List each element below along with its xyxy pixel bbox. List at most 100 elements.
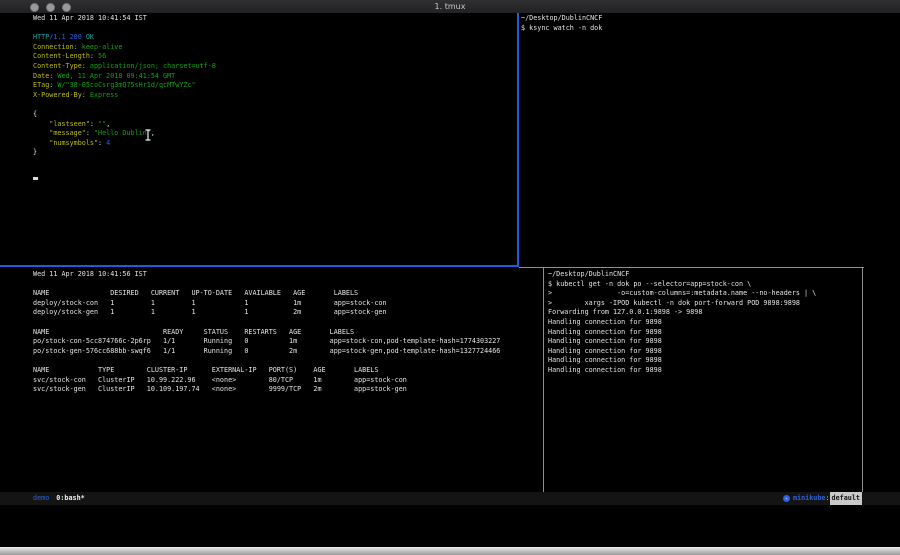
pane-border-vertical-right <box>862 268 863 492</box>
text-segment: "message" <box>33 129 86 137</box>
text-segment: Wed 11 Apr 2018 10:41:54 IST <box>33 14 147 22</box>
text-segment: "Hello Dublin" <box>94 129 151 137</box>
window-title: 1. tmux <box>0 2 900 11</box>
active-pane-border-vertical <box>517 13 519 267</box>
terminal-line: "numsymbols": 4 <box>33 139 513 149</box>
terminal-line: Wed 11 Apr 2018 10:41:54 IST <box>33 14 513 24</box>
terminal-line <box>33 24 513 34</box>
text-segment: ~/Desktop/DublinCNCF <box>548 270 629 278</box>
mouse-cursor-ibeam <box>144 126 152 145</box>
kube-namespace-badge: default <box>830 492 862 505</box>
text-segment: Connection: <box>33 43 78 51</box>
terminal-line: Handling connection for 9898 <box>548 356 858 366</box>
text-segment: X-Powered-By: <box>33 91 86 99</box>
terminal-line: } <box>33 148 513 158</box>
text-segment: svc/stock-gen ClusterIP 10.109.197.74 <n… <box>33 385 407 393</box>
text-segment: Content-Type: <box>33 62 86 70</box>
text-segment: 56 <box>94 52 106 60</box>
pane-ksync-watch[interactable]: ~/Desktop/DublinCNCF $ ksync watch -n dok <box>521 14 896 264</box>
text-segment: : <box>98 139 106 147</box>
terminal-line: > xargs -IPOD kubectl -n dok port-forwar… <box>548 299 858 309</box>
text-segment: : <box>90 120 98 128</box>
desktop-strip <box>0 547 900 555</box>
terminal-line: Handling connection for 9898 <box>548 337 858 347</box>
text-segment: Forwarding from 127.0.0.1:9898 -> 9898 <box>548 308 702 316</box>
text-segment: HTTP <box>33 33 49 41</box>
terminal-line: ~/Desktop/DublinCNCF <box>548 270 858 280</box>
terminal-line: ~/Desktop/DublinCNCF <box>521 14 896 24</box>
terminal-line: NAME TYPE CLUSTER-IP EXTERNAL-IP PORT(S)… <box>33 366 538 376</box>
text-segment: "" <box>98 120 106 128</box>
text-segment: Wed, 11 Apr 2018 09:41:54 GMT <box>53 72 175 80</box>
text-segment: po/stock-con-5cc874766c-2p6rp 1/1 Runnin… <box>33 337 500 345</box>
text-segment: > xargs -IPOD kubectl -n dok port-forwar… <box>548 299 800 307</box>
terminal-line: po/stock-con-5cc874766c-2p6rp 1/1 Runnin… <box>33 337 538 347</box>
text-segment: ETag: <box>33 81 53 89</box>
terminal-line: Content-Length: 56 <box>33 52 513 62</box>
text-segment: "numsymbols" <box>33 139 98 147</box>
block-cursor <box>33 177 38 180</box>
text-segment: NAME READY STATUS RESTARTS AGE LABELS <box>33 328 354 336</box>
text-segment: "lastseen" <box>33 120 90 128</box>
active-pane-border-horizontal <box>0 265 519 267</box>
text-segment: po/stock-gen-576cc688bb-swqf6 1/1 Runnin… <box>33 347 500 355</box>
text-segment: /1.1 200 <box>49 33 82 41</box>
text-segment: $ kubectl get -n dok po --selector=app=s… <box>548 280 751 288</box>
terminal-line: > -o=custom-columns=:metadata.name --no-… <box>548 289 858 299</box>
text-segment: svc/stock-con ClusterIP 10.99.222.96 <no… <box>33 376 407 384</box>
text-segment: Handling connection for 9898 <box>548 347 662 355</box>
text-segment: Handling connection for 9898 <box>548 318 662 326</box>
text-segment: NAME TYPE CLUSTER-IP EXTERNAL-IP PORT(S)… <box>33 366 378 374</box>
terminal-line: ETag: W/"38-05coCsrg3mQ75sHr1d/qcMTwYZc" <box>33 81 513 91</box>
terminal-line: Date: Wed, 11 Apr 2018 09:41:54 GMT <box>33 72 513 82</box>
terminal-line: svc/stock-con ClusterIP 10.99.222.96 <no… <box>33 376 538 386</box>
text-segment: Handling connection for 9898 <box>548 366 662 374</box>
terminal-window: 1. tmux Wed 11 Apr 2018 10:41:54 IST HTTP… <box>0 0 900 555</box>
text-segment: Express <box>86 91 119 99</box>
terminal-line: deploy/stock-gen 1 1 1 1 2m app=stock-ge… <box>33 308 538 318</box>
text-segment: Handling connection for 9898 <box>548 328 662 336</box>
terminal-line: Connection: keep-alive <box>33 43 513 53</box>
window-tab-bash[interactable]: 0:bash* <box>56 492 84 505</box>
terminal-line: NAME READY STATUS RESTARTS AGE LABELS <box>33 328 538 338</box>
text-segment: ~/Desktop/DublinCNCF <box>521 14 602 22</box>
text-segment: keep-alive <box>78 43 123 51</box>
terminal-line <box>33 177 513 187</box>
text-segment: 4 <box>106 139 110 147</box>
terminal-line: Handling connection for 9898 <box>548 328 858 338</box>
terminal-line: { <box>33 110 513 120</box>
terminal-line: Content-Type: application/json; charset=… <box>33 62 513 72</box>
terminal-line: "message": "Hello Dublin", <box>33 129 513 139</box>
pane-port-forward[interactable]: ~/Desktop/DublinCNCF $ kubectl get -n dok… <box>548 270 858 490</box>
text-segment: Handling connection for 9898 <box>548 356 662 364</box>
text-segment: Wed 11 Apr 2018 10:41:56 IST <box>33 270 147 278</box>
pane-http-response[interactable]: Wed 11 Apr 2018 10:41:54 IST HTTP/1.1 200… <box>33 14 513 264</box>
terminal-line <box>33 318 538 328</box>
terminal-line <box>33 280 538 290</box>
terminal-line <box>33 356 538 366</box>
terminal-line: NAME DESIRED CURRENT UP-TO-DATE AVAILABL… <box>33 289 538 299</box>
terminal-line: "lastseen": "", <box>33 120 513 130</box>
terminal-line: svc/stock-gen ClusterIP 10.109.197.74 <n… <box>33 385 538 395</box>
kubernetes-icon <box>783 495 790 502</box>
text-segment: deploy/stock-gen 1 1 1 1 2m app=stock-ge… <box>33 308 387 316</box>
text-segment: { <box>33 110 37 118</box>
kube-context: minikube <box>793 492 826 505</box>
text-segment: Content-Length: <box>33 52 94 60</box>
terminal-line: $ ksync watch -n dok <box>521 24 896 34</box>
text-segment: : <box>86 129 94 137</box>
terminal-line <box>33 168 513 178</box>
terminal-line: Forwarding from 127.0.0.1:9898 -> 9898 <box>548 308 858 318</box>
terminal-line: Handling connection for 9898 <box>548 366 858 376</box>
status-left: demo 0:bash* <box>33 492 85 505</box>
text-segment: > -o=custom-columns=:metadata.name --no-… <box>548 289 816 297</box>
terminal-line <box>33 158 513 168</box>
terminal-line <box>33 100 513 110</box>
terminal-line: Wed 11 Apr 2018 10:41:56 IST <box>33 270 538 280</box>
terminal-line: HTTP/1.1 200 OK <box>33 33 513 43</box>
text-segment: W/"38-05coCsrg3mQ75sHr1d/qcMTwYZc" <box>53 81 195 89</box>
pane-kubectl-tables[interactable]: Wed 11 Apr 2018 10:41:56 IST NAME DESIRED… <box>33 270 538 490</box>
pane-border-horizontal <box>519 267 864 268</box>
text-segment: deploy/stock-con 1 1 1 1 1m app=stock-co… <box>33 299 387 307</box>
text-segment: } <box>33 148 37 156</box>
